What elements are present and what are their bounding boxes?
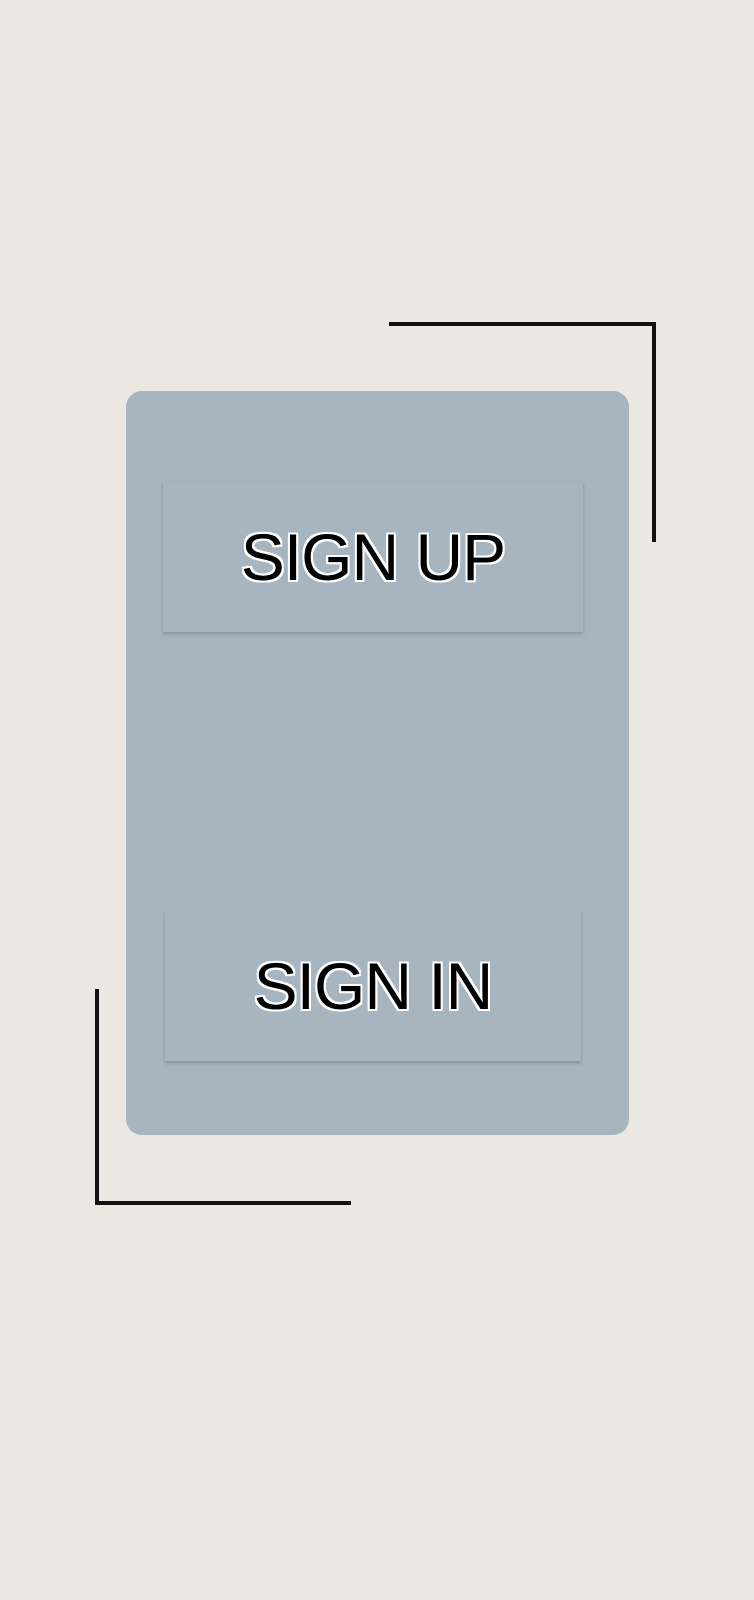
sign-in-label: SIGN IN — [253, 949, 494, 1023]
auth-card: SIGN UP SIGN IN — [126, 391, 629, 1135]
sign-up-label: SIGN UP — [240, 520, 506, 594]
sign-up-button[interactable]: SIGN UP — [163, 482, 583, 632]
sign-in-button[interactable]: SIGN IN — [165, 911, 581, 1061]
